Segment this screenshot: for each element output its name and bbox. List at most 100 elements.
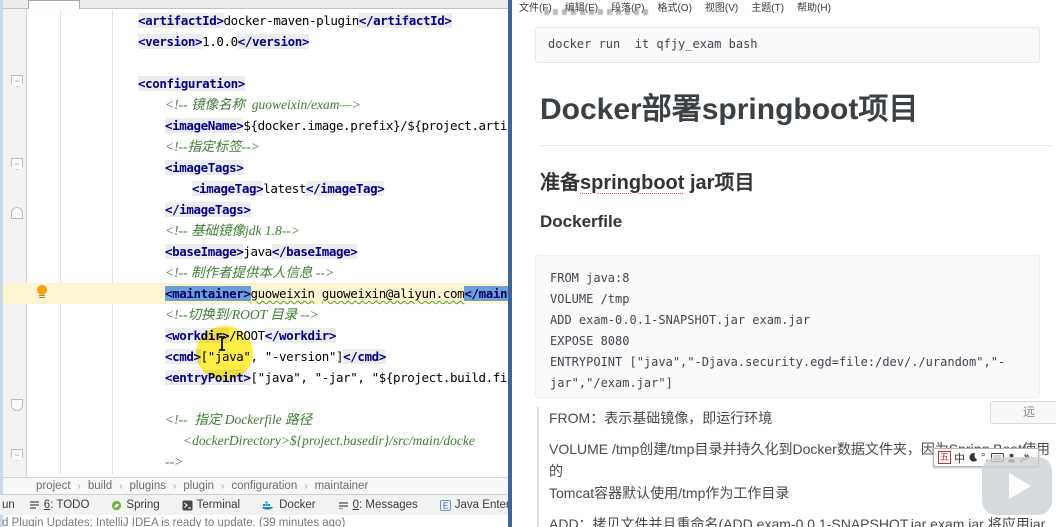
- code-line: <maintainer>guoweixin guoweixin@aliyun.c…: [0, 283, 508, 304]
- toolwindow-run-partial[interactable]: un: [2, 499, 15, 511]
- breadcrumb-item-configuration[interactable]: configuration: [228, 480, 300, 492]
- menu-item[interactable]: 帮助(H): [797, 0, 831, 14]
- breadcrumb-item-plugins[interactable]: plugins: [127, 480, 169, 492]
- play-icon: [1009, 473, 1031, 499]
- wubi-indicator-icon[interactable]: 五: [938, 451, 952, 464]
- code-comment: <dockerDirectory>${project.basedir}/src/…: [183, 433, 475, 448]
- code-token: </version>: [237, 34, 310, 49]
- page-title[interactable]: Docker部署springboot项目: [540, 84, 1052, 146]
- javaee-icon: E: [439, 499, 451, 511]
- code-comment: <!-- 镜像名称 guoweixin/exam—>: [165, 97, 361, 112]
- code-comment: <!--切换到/ROOT 目录 -->: [165, 307, 319, 322]
- menu-item[interactable]: 视图(V): [705, 0, 738, 14]
- code-line: -->: [0, 451, 508, 472]
- chinese-mode-icon[interactable]: 中: [954, 450, 965, 466]
- code-line: <dockerDirectory>${project.basedir}/src/…: [0, 430, 508, 451]
- code-token: </imageTag>: [306, 181, 385, 196]
- menu-item[interactable]: 主题(T): [751, 0, 784, 14]
- toolwindow-label: Spring: [126, 499, 160, 511]
- code-token: java: [243, 244, 272, 259]
- breadcrumb-separator: ›: [172, 480, 177, 492]
- breadcrumb-separator: ›: [119, 480, 123, 492]
- code-token: <artifactId>: [138, 13, 224, 28]
- toolwindow-label: Terminal: [196, 499, 241, 511]
- code-comment: -->: [165, 454, 184, 469]
- toolwindow-label: Docker: [279, 499, 316, 511]
- code-token: latest: [263, 181, 307, 196]
- toolwindow-button-terminal[interactable]: Terminal: [182, 499, 240, 511]
- code-token: </artifactId>: [358, 13, 452, 28]
- code-token: </cmd>: [343, 349, 386, 364]
- code-line: <workdir>/ROOT</workdir>: [0, 325, 508, 346]
- floating-button[interactable]: 远: [990, 401, 1056, 424]
- breadcrumb-separator: ›: [304, 480, 308, 492]
- code-token: <baseImage>: [165, 244, 244, 259]
- code-token: 1.0.0: [202, 34, 238, 49]
- code-line: <imageTags>: [0, 157, 508, 178]
- code-token: <imageTags>: [165, 160, 244, 175]
- breadcrumb-item-project[interactable]: project: [33, 480, 74, 492]
- code-token: ["java", "-jar", "${project.build.finalN: [250, 370, 508, 385]
- blockquote[interactable]: FROM：表示基础镜像，即运行环境 VOLUME /tmp创建/tmp目录并持久化…: [537, 407, 1054, 527]
- code-comment: <!--指定标签-->: [165, 139, 260, 154]
- dockerfile-code-block[interactable]: FROM java:8 VOLUME /tmp ADD exam-0.0.1-S…: [535, 255, 1040, 398]
- h2-spellcheck-word: springboot: [580, 172, 685, 194]
- breadcrumb-item-maintainer[interactable]: maintainer: [312, 480, 372, 492]
- code-token: </workdir>: [264, 328, 337, 343]
- docker-icon: [262, 500, 275, 510]
- toolwindow-button--messages[interactable]: 0: Messages: [338, 499, 418, 511]
- code-token: <imageName>: [165, 118, 244, 133]
- h2-post: jar项目: [684, 172, 755, 194]
- code-line: <!--指定标签-->: [0, 136, 508, 157]
- breadcrumb-item-build[interactable]: build: [85, 480, 115, 492]
- menu-item[interactable]: 格式(O): [657, 0, 691, 14]
- inline-code-block[interactable]: docker run it qfjy_exam bash: [535, 27, 1040, 63]
- selected-tag: <maintainer>: [165, 286, 251, 301]
- code-token: </imageTags>: [165, 202, 251, 217]
- code-line: <version>1.0.0</version>: [0, 31, 508, 52]
- toolwindow-button--todo[interactable]: 6: TODO: [29, 499, 90, 511]
- selected-tag: </maintainer>: [464, 286, 508, 301]
- code-comment: <!-- 制作者提供本人信息 -->: [165, 265, 334, 280]
- code-line: <!-- 制作者提供本人信息 -->: [0, 262, 508, 283]
- section-heading[interactable]: 准备springboot jar项目: [540, 166, 754, 195]
- code-comment: <!-- 基础镜像jdk 1.8-->: [165, 223, 300, 238]
- toolwindow-label: 6: TODO: [43, 499, 90, 511]
- toolwindow-button-java-enterprise[interactable]: E Java Enterprise: [439, 499, 508, 511]
- video-play-button[interactable]: [982, 457, 1052, 515]
- messages-icon: [338, 500, 349, 510]
- code-comment: <!-- 指定 Dockerfile 路径: [165, 412, 313, 427]
- subsection-heading[interactable]: Dockerfile: [540, 212, 622, 232]
- mouse-spotlight-highlight: [196, 326, 253, 380]
- code-token: guoweixin: [250, 286, 316, 301]
- code-line: <imageName>${docker.image.prefix}/${proj…: [0, 115, 508, 136]
- code-line: <artifactId>docker-maven-plugin</artifac…: [0, 10, 508, 31]
- moon-icon[interactable]: [968, 452, 978, 463]
- toolwindow-label: 0: Messages: [352, 499, 418, 511]
- fold-marker-icon[interactable]: [11, 207, 23, 219]
- terminal-icon: [182, 500, 193, 511]
- svg-text:E: E: [443, 501, 448, 510]
- code-token: </baseImage>: [271, 244, 358, 259]
- intention-bulb-icon[interactable]: [37, 285, 47, 299]
- code-line: <cmd>["java", "-version"]</cmd>: [0, 346, 508, 367]
- code-token: docker-maven-plugin: [223, 13, 360, 28]
- code-token: ${docker.image.prefix}/${project.artifac…: [243, 118, 508, 133]
- code-editor[interactable]: <artifactId>docker-maven-plugin</artifac…: [0, 10, 508, 472]
- toolwindow-bar: un 6: TODO Spring Terminal Docker 0: Message…: [0, 494, 508, 515]
- toolwindow-button-spring[interactable]: Spring: [111, 499, 160, 511]
- code-line: <imageTag>latest</imageTag>: [0, 178, 508, 199]
- code-token: <version>: [138, 34, 203, 49]
- editor-tab[interactable]: [28, 0, 80, 9]
- toolwindow-button-docker[interactable]: Docker: [262, 499, 316, 511]
- code-line: <baseImage>java</baseImage>: [0, 241, 508, 262]
- markdown-editor-window: 文件(F)编辑(E)段落(P)格式(O)视图(V)主题(T)帮助(H) dock…: [512, 0, 1056, 527]
- fold-marker-icon[interactable]: [11, 399, 23, 411]
- h2-pre: 准备: [540, 172, 580, 194]
- code-line: <!--切换到/ROOT 目录 -->: [0, 304, 508, 325]
- text-cursor-icon: [219, 336, 225, 351]
- breadcrumb-item-plugin[interactable]: plugin: [180, 480, 217, 492]
